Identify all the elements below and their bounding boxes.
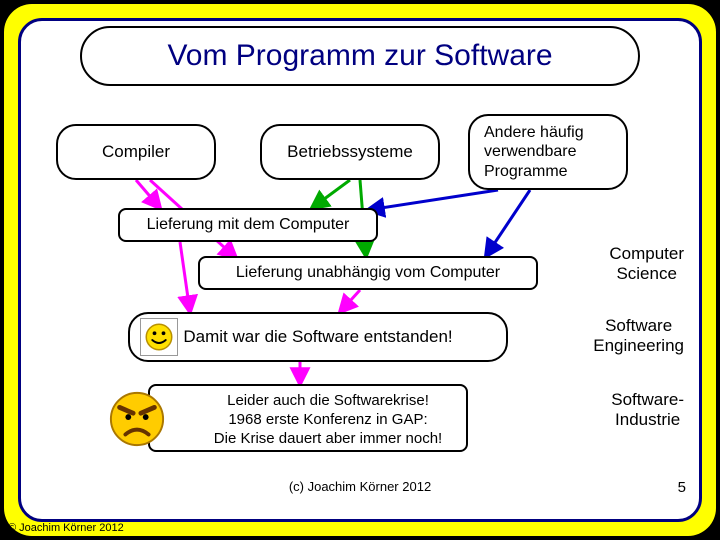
box-software-crisis: Leider auch die Softwarekrise!1968 erste…: [148, 384, 468, 452]
box-compiler: Compiler: [56, 124, 216, 180]
angry-icon: [108, 390, 166, 448]
label-software-industry: Software-Industrie: [611, 390, 684, 431]
box-software-born: Damit war die Software entstanden!: [128, 312, 508, 362]
box-other-programs: Andere häufig verwendbare Programme: [468, 114, 628, 190]
label-software-engineering: SoftwareEngineering: [593, 316, 684, 357]
smiley-icon: [140, 318, 178, 356]
slide-title: Vom Programm zur Software: [80, 26, 640, 86]
box-delivery-with: Lieferung mit dem Computer: [118, 208, 378, 242]
copyright-footer: © Joachim Körner 2012: [8, 522, 124, 534]
box-software-born-text: Damit war die Software entstanden!: [183, 327, 452, 347]
copyright-center: (c) Joachim Körner 2012: [289, 479, 431, 494]
box-os: Betriebssysteme: [260, 124, 440, 180]
page-number: 5: [678, 479, 686, 496]
box-delivery-independent: Lieferung unabhängig vom Computer: [198, 256, 538, 290]
label-computer-science: ComputerScience: [609, 244, 684, 285]
